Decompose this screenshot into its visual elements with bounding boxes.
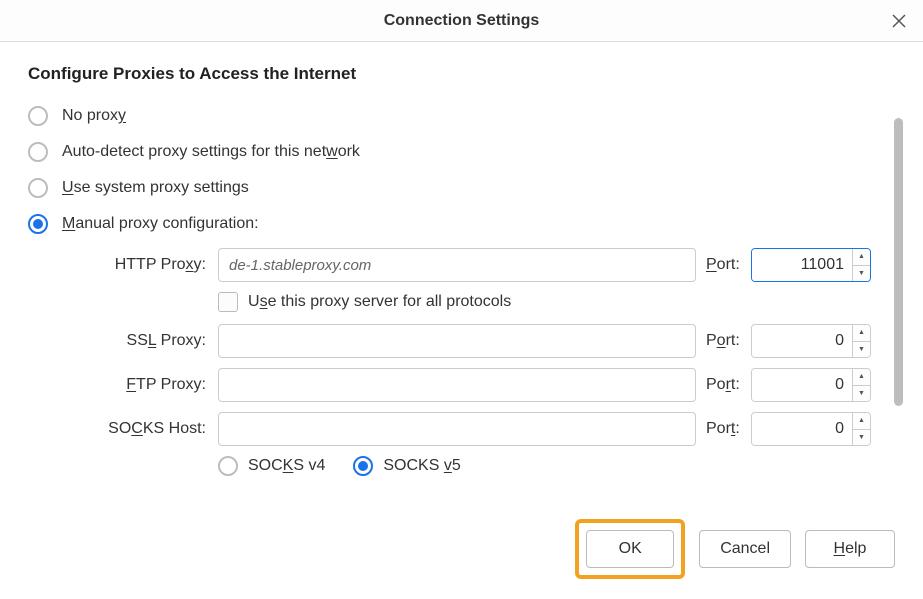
- socks-version-row: SOCKS v4 SOCKS v5: [218, 456, 895, 476]
- radio-system[interactable]: [28, 178, 48, 198]
- http-proxy-input[interactable]: [218, 248, 696, 282]
- label-autodetect: Auto-detect proxy settings for this netw…: [62, 143, 360, 161]
- dialog-title: Connection Settings: [384, 12, 540, 30]
- ok-highlight: OK: [575, 519, 685, 579]
- ssl-port-label: Port:: [706, 332, 751, 350]
- socks-port-spinner[interactable]: ▲ ▼: [751, 412, 871, 446]
- http-port-input[interactable]: [752, 249, 852, 281]
- radio-autodetect[interactable]: [28, 142, 48, 162]
- option-manual[interactable]: Manual proxy configuration:: [28, 206, 895, 242]
- ssl-proxy-row: SSL Proxy: Port: ▲ ▼: [28, 324, 895, 358]
- manual-proxy-settings: HTTP Proxy: Port: ▲ ▼ Use this proxy ser…: [28, 248, 895, 476]
- ssl-port-up[interactable]: ▲: [853, 325, 870, 342]
- use-for-all-row[interactable]: Use this proxy server for all protocols: [218, 292, 895, 312]
- ftp-proxy-input[interactable]: [218, 368, 696, 402]
- http-port-up[interactable]: ▲: [853, 249, 870, 266]
- socks-port-down[interactable]: ▼: [853, 430, 870, 446]
- label-system: Use system proxy settings: [62, 179, 249, 197]
- label-socks-v4: SOCKS v4: [248, 457, 325, 475]
- ftp-port-input[interactable]: [752, 369, 852, 401]
- titlebar: Connection Settings: [0, 0, 923, 42]
- socks-port-input[interactable]: [752, 413, 852, 445]
- ftp-port-up[interactable]: ▲: [853, 369, 870, 386]
- section-title: Configure Proxies to Access the Internet: [28, 64, 895, 84]
- socks-host-row: SOCKS Host: Port: ▲ ▼: [28, 412, 895, 446]
- close-button[interactable]: [889, 11, 909, 31]
- dialog-buttons: OK Cancel Help: [575, 519, 895, 579]
- http-port-label: Port:: [706, 256, 751, 274]
- http-proxy-label: HTTP Proxy:: [28, 256, 218, 274]
- radio-socks-v5[interactable]: [353, 456, 373, 476]
- ftp-port-down[interactable]: ▼: [853, 386, 870, 402]
- help-button[interactable]: Help: [805, 530, 895, 568]
- label-manual: Manual proxy configuration:: [62, 215, 259, 233]
- socks-port-label: Port:: [706, 420, 751, 438]
- ftp-proxy-label: FTP Proxy:: [28, 376, 218, 394]
- radio-no-proxy[interactable]: [28, 106, 48, 126]
- use-for-all-checkbox[interactable]: [218, 292, 238, 312]
- ok-button[interactable]: OK: [586, 530, 674, 568]
- ftp-proxy-row: FTP Proxy: Port: ▲ ▼: [28, 368, 895, 402]
- ssl-proxy-input[interactable]: [218, 324, 696, 358]
- label-no-proxy: No proxy: [62, 107, 126, 125]
- close-icon: [892, 14, 906, 28]
- ssl-proxy-label: SSL Proxy:: [28, 332, 218, 350]
- ftp-port-spinner[interactable]: ▲ ▼: [751, 368, 871, 402]
- socks-host-label: SOCKS Host:: [28, 420, 218, 438]
- options-scroll-area: Configure Proxies to Access the Internet…: [28, 64, 895, 512]
- cancel-button[interactable]: Cancel: [699, 530, 791, 568]
- option-no-proxy[interactable]: No proxy: [28, 98, 895, 134]
- http-port-spinner[interactable]: ▲ ▼: [751, 248, 871, 282]
- socks-host-input[interactable]: [218, 412, 696, 446]
- scrollbar[interactable]: [894, 118, 903, 406]
- label-socks-v5: SOCKS v5: [383, 457, 460, 475]
- http-port-down[interactable]: ▼: [853, 266, 870, 282]
- ssl-port-spinner[interactable]: ▲ ▼: [751, 324, 871, 358]
- http-proxy-row: HTTP Proxy: Port: ▲ ▼: [28, 248, 895, 282]
- radio-manual[interactable]: [28, 214, 48, 234]
- option-autodetect[interactable]: Auto-detect proxy settings for this netw…: [28, 134, 895, 170]
- option-system[interactable]: Use system proxy settings: [28, 170, 895, 206]
- ftp-port-label: Port:: [706, 376, 751, 394]
- socks-port-up[interactable]: ▲: [853, 413, 870, 430]
- ssl-port-input[interactable]: [752, 325, 852, 357]
- use-for-all-label: Use this proxy server for all protocols: [248, 293, 511, 311]
- ssl-port-down[interactable]: ▼: [853, 342, 870, 358]
- radio-socks-v4[interactable]: [218, 456, 238, 476]
